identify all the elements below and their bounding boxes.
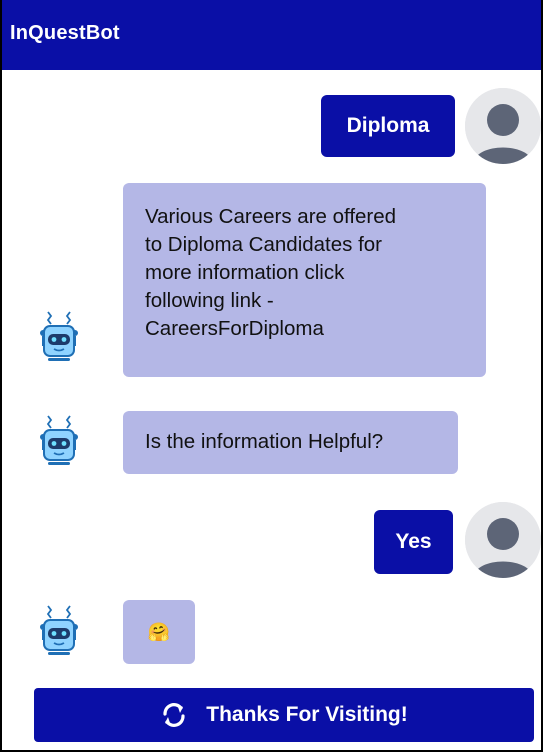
user-message-text: Diploma (346, 114, 430, 137)
bot-avatar-icon (34, 306, 84, 362)
refresh-icon (163, 703, 185, 727)
app-title: InQuestBot (10, 22, 120, 44)
bot-message-line: following link - (145, 289, 274, 312)
bot-message-text: Is the information Helpful? (145, 430, 384, 453)
bot-message-line: to Diploma Candidates for (145, 233, 383, 256)
thanks-button-label: Thanks For Visiting! (206, 703, 408, 726)
hugging-face-emoji-icon: 🤗 (147, 621, 171, 642)
chat-header: InQuestBot (2, 0, 541, 70)
thanks-for-visiting-button[interactable]: Thanks For Visiting! (34, 688, 534, 742)
chat-window: InQuestBot Diploma Various Careers are o… (0, 0, 543, 752)
careers-link[interactable]: CareersForDiploma (145, 315, 466, 343)
user-avatar-icon (465, 502, 541, 578)
user-message-yes: Yes (374, 510, 453, 574)
bot-message-line: more information click (145, 261, 345, 284)
user-message-diploma: Diploma (321, 95, 455, 157)
user-avatar-icon (465, 88, 541, 164)
bot-message-line: Various Careers are offered (145, 205, 397, 228)
bot-message-helpful: Is the information Helpful? (123, 411, 458, 474)
user-message-text: Yes (395, 530, 432, 553)
bot-message-emoji: 🤗 (123, 600, 195, 664)
bot-avatar-icon (34, 410, 84, 466)
bot-message-careers: Various Careers are offered to Diploma C… (123, 183, 486, 377)
bot-avatar-icon (34, 600, 84, 656)
